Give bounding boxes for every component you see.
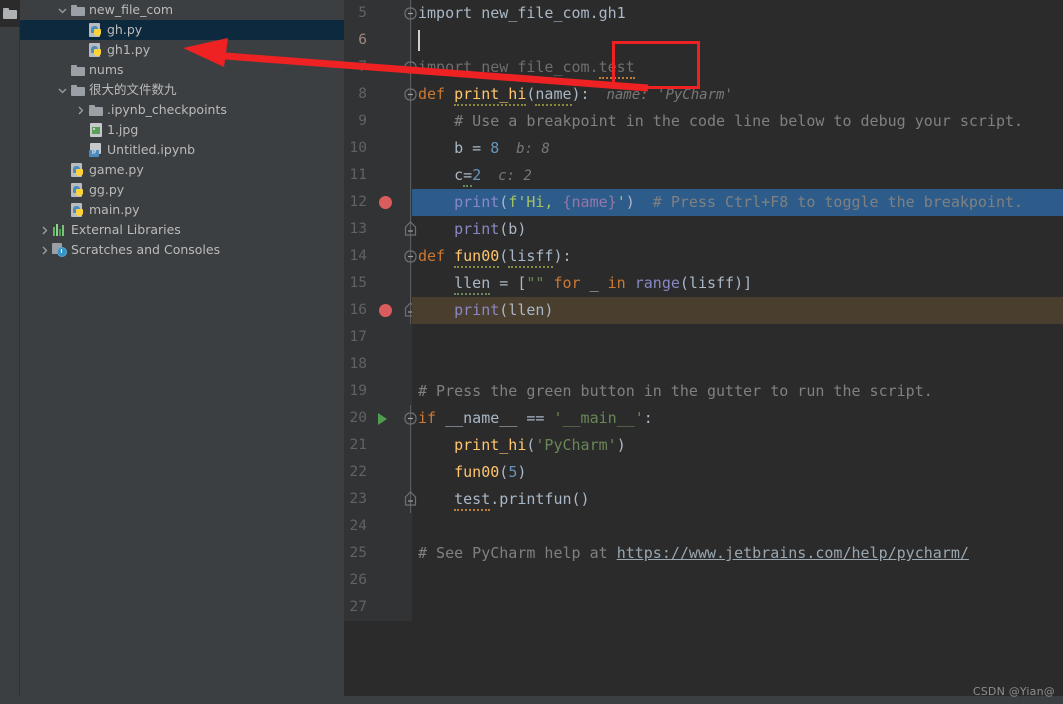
annotation-arrow <box>183 38 649 92</box>
pycharm-window: new_file_com gh.py gh1.py nums 很大的文件数九 .ipynb… <box>0 0 1063 704</box>
watermark: CSDN @Yian@ <box>972 685 1055 698</box>
bottom-bar <box>0 696 1063 704</box>
